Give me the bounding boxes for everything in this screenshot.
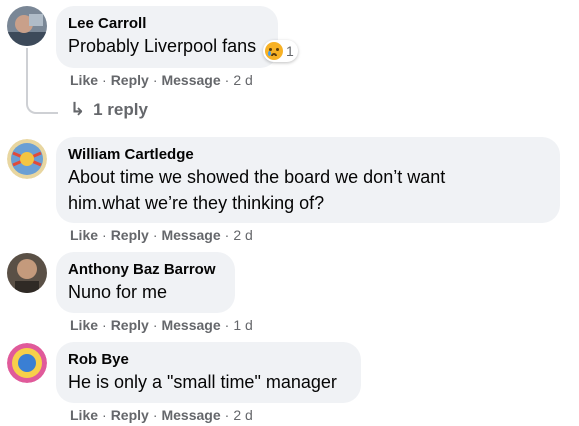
avatar-anthony-baz-barrow[interactable] [7, 253, 47, 293]
reply-button[interactable]: Reply [111, 227, 149, 243]
comment-text: Nuno for me [68, 282, 168, 302]
comment-text: He is only a "small time" manager [68, 372, 337, 392]
avatar-rob-bye[interactable] [7, 343, 47, 383]
comment-author[interactable]: Lee Carroll [68, 14, 266, 33]
timestamp[interactable]: 1 d [233, 317, 252, 333]
message-button[interactable]: Message [161, 407, 220, 423]
avatar-lee-carroll[interactable] [7, 6, 47, 46]
view-replies-link[interactable]: ↳ 1 reply [70, 99, 148, 120]
comment-bubble: Rob Bye He is only a "small time" manage… [56, 342, 361, 403]
separator: · [152, 72, 158, 88]
separator: · [224, 227, 230, 243]
comment-author[interactable]: William Cartledge [68, 145, 548, 164]
timestamp[interactable]: 2 d [233, 407, 252, 423]
separator: · [102, 317, 107, 333]
comment-bubble: William Cartledge About time we showed t… [56, 137, 560, 223]
sad-face-icon [265, 42, 283, 60]
comment-author[interactable]: Rob Bye [68, 350, 349, 369]
avatar-william-cartledge[interactable] [7, 139, 47, 179]
separator: · [224, 317, 230, 333]
separator: · [224, 407, 230, 423]
reply-button[interactable]: Reply [111, 407, 149, 423]
message-button[interactable]: Message [161, 72, 220, 88]
separator: · [152, 317, 158, 333]
separator: · [102, 227, 107, 243]
reaction-count: 1 [286, 43, 294, 59]
avatar-image [7, 6, 47, 46]
avatar-image [7, 253, 47, 293]
message-button[interactable]: Message [161, 227, 220, 243]
like-button[interactable]: Like [70, 317, 98, 333]
separator: · [152, 227, 158, 243]
comment-text-line-2: him.what we’re they thinking of? [68, 193, 325, 213]
separator: · [224, 72, 230, 88]
separator: · [102, 72, 107, 88]
avatar-image [7, 139, 47, 179]
separator: · [102, 407, 107, 423]
like-button[interactable]: Like [70, 227, 98, 243]
comment-actions: Like · Reply · Message · 2 d [70, 226, 253, 244]
replies-label: 1 reply [93, 99, 148, 119]
comment-actions: Like · Reply · Message · 2 d [70, 406, 253, 424]
timestamp[interactable]: 2 d [233, 72, 252, 88]
comment-actions: Like · Reply · Message · 2 d [70, 71, 253, 89]
like-button[interactable]: Like [70, 407, 98, 423]
comment-bubble: Anthony Baz Barrow Nuno for me [56, 252, 235, 313]
timestamp[interactable]: 2 d [233, 227, 252, 243]
message-button[interactable]: Message [161, 317, 220, 333]
separator: · [152, 407, 158, 423]
comment-bubble: Lee Carroll Probably Liverpool fans [56, 6, 278, 68]
comment-text: Probably Liverpool fans [68, 36, 257, 56]
comment-text-line-1: About time we showed the board we don’t … [68, 167, 446, 187]
reply-button[interactable]: Reply [111, 72, 149, 88]
reply-button[interactable]: Reply [111, 317, 149, 333]
reaction-badge[interactable]: 1 [263, 40, 298, 62]
comment-author[interactable]: Anthony Baz Barrow [68, 260, 223, 279]
avatar-image [7, 343, 47, 383]
like-button[interactable]: Like [70, 72, 98, 88]
reply-arrow-icon: ↳ [70, 99, 86, 119]
thread-connector-line [26, 48, 58, 114]
comment-actions: Like · Reply · Message · 1 d [70, 316, 253, 334]
